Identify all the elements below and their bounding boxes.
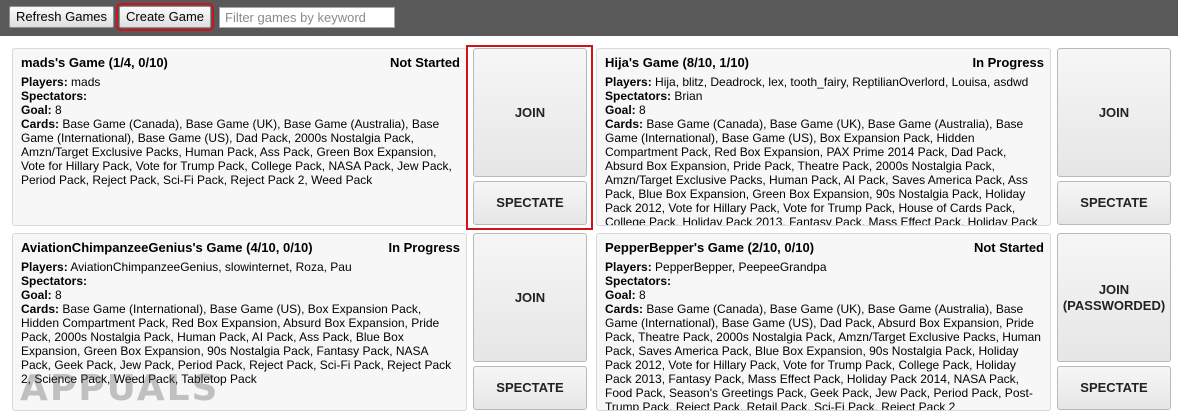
watermark-logo: APPUALS [20, 368, 220, 409]
cards-value: Base Game (Canada), Base Game (UK), Base… [21, 117, 452, 187]
goal-label: Goal: [21, 288, 52, 302]
cards-value: Base Game (Canada), Base Game (UK), Base… [605, 302, 1041, 411]
goal-value: 8 [639, 103, 646, 117]
game-title: AviationChimpanzeeGenius's Game (4/10, 0… [21, 240, 313, 255]
game-card: mads's Game (1/4, 0/10) Not Started Play… [12, 48, 595, 226]
spectators-value: Brian [674, 89, 703, 103]
goal-label: Goal: [605, 288, 636, 302]
goal-value: 8 [55, 288, 62, 302]
cards-label: Cards: [21, 117, 60, 131]
game-status: In Progress [388, 240, 460, 255]
players-label: Players: [21, 75, 68, 89]
players-label: Players: [605, 75, 652, 89]
spectate-button[interactable]: SPECTATE [1057, 181, 1171, 225]
players-value: PepperBepper, PeepeeGrandpa [655, 260, 827, 274]
goal-value: 8 [639, 288, 646, 302]
players-value: Hija, blitz, Deadrock, lex, tooth_fairy,… [655, 75, 1029, 89]
spectators-label: Spectators: [21, 89, 88, 103]
game-title: Hija's Game (8/10, 1/10) [605, 55, 750, 70]
players-label: Players: [605, 260, 652, 274]
spectate-button[interactable]: SPECTATE [473, 181, 587, 225]
refresh-games-button[interactable]: Refresh Games [9, 6, 115, 28]
game-title: mads's Game (1/4, 0/10) [21, 55, 168, 70]
game-status: In Progress [972, 55, 1044, 70]
join-button[interactable]: JOIN [1057, 48, 1171, 177]
players-value: mads [71, 75, 101, 89]
toolbar: Refresh Games Create Game [0, 0, 1178, 36]
join-button[interactable]: JOIN [473, 233, 587, 362]
cards-label: Cards: [21, 302, 60, 316]
spectators-label: Spectators: [605, 89, 672, 103]
spectate-button[interactable]: SPECTATE [473, 366, 587, 410]
game-status: Not Started [973, 240, 1044, 255]
spectate-button[interactable]: SPECTATE [1057, 366, 1171, 410]
join-button[interactable]: JOIN [473, 48, 587, 177]
game-title: PepperBepper's Game (2/10, 0/10) [605, 240, 815, 255]
spectators-label: Spectators: [21, 274, 88, 288]
join-passworded-button[interactable]: JOIN (PASSWORDED) [1057, 233, 1171, 362]
cards-label: Cards: [605, 302, 644, 316]
game-info: PepperBepper's Game (2/10, 0/10) Not Sta… [596, 233, 1051, 411]
spectators-label: Spectators: [605, 274, 672, 288]
goal-label: Goal: [21, 103, 52, 117]
game-info: mads's Game (1/4, 0/10) Not Started Play… [12, 48, 467, 226]
filter-games-input[interactable] [219, 7, 395, 28]
game-info: Hija's Game (8/10, 1/10) In Progress Pla… [596, 48, 1051, 226]
players-label: Players: [21, 260, 68, 274]
game-status: Not Started [389, 55, 460, 70]
cards-label: Cards: [605, 117, 644, 131]
game-list: mads's Game (1/4, 0/10) Not Started Play… [0, 36, 1178, 420]
goal-label: Goal: [605, 103, 636, 117]
game-card: Hija's Game (8/10, 1/10) In Progress Pla… [596, 48, 1178, 226]
create-game-button[interactable]: Create Game [115, 3, 215, 31]
game-card: PepperBepper's Game (2/10, 0/10) Not Sta… [596, 233, 1178, 411]
players-value: AviationChimpanzeeGenius, slowinternet, … [70, 260, 352, 274]
goal-value: 8 [55, 103, 62, 117]
cards-value: Base Game (Canada), Base Game (UK), Base… [605, 117, 1038, 226]
